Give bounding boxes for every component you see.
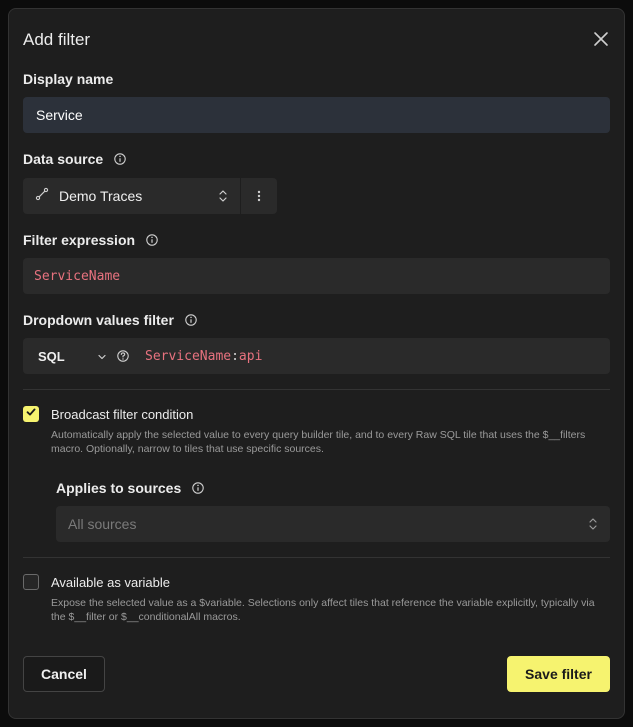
expression-field: ServiceName [145,348,232,364]
sources-select[interactable]: All sources [56,506,610,542]
broadcast-label: Broadcast filter condition [51,407,194,422]
dropdown-values-filter-label: Dropdown values filter [23,312,198,328]
connection-icon [35,187,49,206]
data-source-dropdown[interactable]: Demo Traces [23,178,241,214]
language-value: SQL [38,348,65,364]
dropdown-values-filter-input[interactable]: ServiceName:api [145,349,262,364]
display-name-label: Display name [23,71,113,87]
broadcast-checkbox[interactable] [23,406,39,422]
variable-label: Available as variable [51,575,170,590]
filter-expression-label: Filter expression [23,232,159,248]
updown-chevron-icon [588,517,598,534]
display-name-label-text: Display name [23,71,114,87]
display-name-input[interactable] [23,97,610,133]
dropdown-values-filter-row: SQL ServiceName:api [23,338,610,374]
question-circle-icon[interactable] [113,338,133,374]
data-source-value: Demo Traces [59,188,143,204]
filter-expression-label-text: Filter expression [23,232,136,248]
applies-to-sources-label-text: Applies to sources [56,480,182,496]
cancel-button[interactable]: Cancel [23,656,105,692]
expression-value: api [238,348,263,364]
broadcast-description: Automatically apply the selected value t… [51,429,586,455]
language-select[interactable]: SQL [23,338,113,374]
applies-to-sources-label: Applies to sources [56,480,205,496]
add-filter-dialog: Add filter Display name Data source Demo… [8,8,625,719]
info-icon[interactable] [145,233,159,247]
save-filter-button[interactable]: Save filter [507,656,610,692]
info-icon[interactable] [191,481,205,495]
chevron-down-icon [97,350,107,365]
info-icon[interactable] [184,313,198,327]
divider [23,557,610,558]
dialog-title: Add filter [23,30,91,49]
data-source-label: Data source [23,151,127,167]
updown-chevron-icon [218,189,228,208]
check-icon [25,405,37,423]
dropdown-values-filter-label-text: Dropdown values filter [23,312,174,328]
variable-checkbox[interactable] [23,574,39,590]
data-source-label-text: Data source [23,151,104,167]
divider [23,389,610,390]
variable-description: Expose the selected value as a $variable… [51,597,595,623]
close-icon[interactable] [591,29,611,49]
expression-colon: : [231,348,239,364]
kebab-menu-icon[interactable] [241,178,277,214]
sources-placeholder: All sources [68,516,137,532]
info-icon[interactable] [113,152,127,166]
data-source-select[interactable]: Demo Traces [23,178,277,214]
filter-expression-input[interactable]: ServiceName [23,258,610,294]
